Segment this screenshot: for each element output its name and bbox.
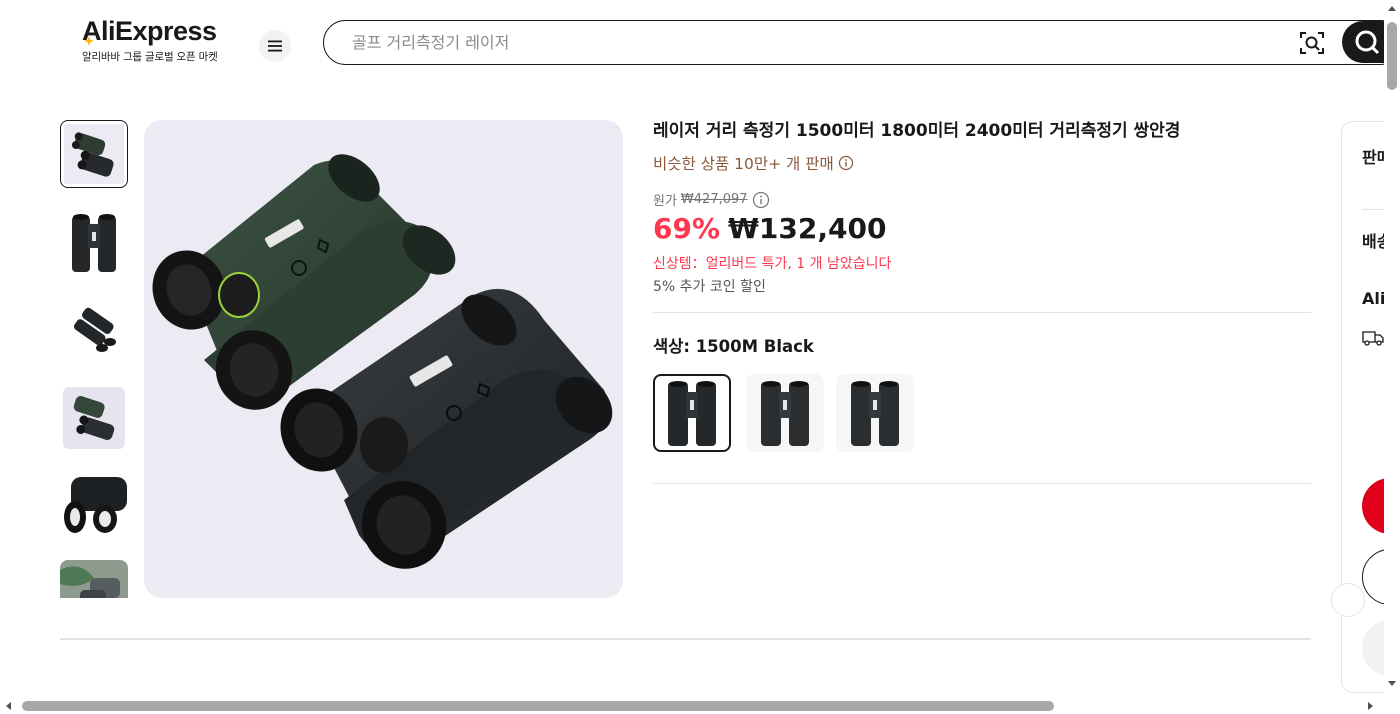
truck-icon — [1362, 331, 1384, 346]
thumbnail-4[interactable] — [60, 384, 128, 452]
binoculars-image — [64, 124, 124, 184]
color-swatch-2[interactable] — [746, 374, 824, 452]
info-icon[interactable] — [752, 191, 770, 209]
thumbnail-1[interactable] — [60, 120, 128, 188]
divider — [653, 483, 1311, 484]
sold-text: 비슷한 상품 10만+ 개 판매 — [653, 155, 834, 173]
logo-spark-icon — [84, 36, 94, 46]
header: AliExpress 알리바바 그룹 글로벌 오픈 마켓 — [0, 0, 1400, 90]
promo-text: 신상템：얼리버드 특가, 1 개 남았습니다 — [653, 256, 892, 272]
info-icon[interactable] — [838, 155, 854, 171]
divider — [653, 312, 1311, 313]
panel-ali-label: Ali — [1362, 289, 1386, 308]
scroll-down-icon[interactable] — [1387, 680, 1397, 688]
image-search-icon[interactable] — [1298, 29, 1326, 57]
aliexpress-logo[interactable]: AliExpress 알리바바 그룹 글로벌 오픈 마켓 — [82, 14, 242, 68]
logo-tagline: 알리바바 그룹 글로벌 오픈 마켓 — [82, 51, 218, 63]
sold-count: 비슷한 상품 10만+ 개 판매 — [653, 152, 854, 174]
thumbnail-list — [60, 120, 128, 598]
binoculars-image — [668, 381, 716, 446]
panel-toggle-button[interactable] — [1331, 583, 1365, 617]
thumbnail-5[interactable] — [60, 472, 128, 540]
color-label: 색상: 1500M Black — [653, 337, 814, 356]
hamburger-icon — [268, 40, 282, 52]
section-divider — [60, 638, 1311, 640]
scroll-right-icon[interactable] — [1367, 701, 1375, 711]
binoculars-image — [64, 210, 124, 274]
binoculars-image — [61, 473, 127, 539]
color-swatch-1[interactable] — [653, 374, 731, 452]
horizontal-scroll-thumb[interactable] — [22, 701, 1054, 711]
vertical-scrollbar[interactable] — [1384, 0, 1400, 698]
original-price-row: 원가 ₩427,097 — [653, 190, 770, 209]
price-row: 69% ₩132,400 — [653, 212, 886, 245]
thumbnail-2[interactable] — [60, 208, 128, 276]
binoculars-image — [60, 560, 128, 598]
search-icon — [1355, 30, 1380, 55]
search-bar — [323, 20, 1400, 65]
horizontal-scrollbar[interactable] — [0, 698, 1384, 714]
binoculars-image — [152, 154, 613, 569]
main-product-image[interactable] — [144, 120, 623, 598]
coin-discount-text: 5% 추가 코인 할인 — [653, 279, 766, 295]
thumbnail-6[interactable] — [60, 560, 128, 598]
sale-price: ₩132,400 — [728, 212, 887, 245]
logo-text: AliExpress — [82, 16, 217, 46]
product-title: 레이저 거리 측정기 1500미터 1800미터 2400미터 거리측정기 쌍안… — [653, 121, 1181, 141]
binoculars-image — [62, 298, 126, 362]
menu-button[interactable] — [259, 30, 291, 62]
binoculars-image — [761, 381, 809, 446]
thumbnail-3[interactable] — [60, 296, 128, 364]
scroll-up-icon[interactable] — [1387, 4, 1397, 12]
binoculars-image — [851, 381, 899, 446]
discount-percent: 69% — [653, 212, 721, 245]
search-input[interactable] — [352, 21, 1252, 63]
original-label: 원가 — [653, 194, 677, 209]
binoculars-image — [63, 387, 125, 449]
scroll-left-icon[interactable] — [4, 701, 12, 711]
color-swatch-3[interactable] — [836, 374, 914, 452]
vertical-scroll-thumb[interactable] — [1387, 22, 1397, 90]
original-price: ₩427,097 — [680, 192, 748, 207]
